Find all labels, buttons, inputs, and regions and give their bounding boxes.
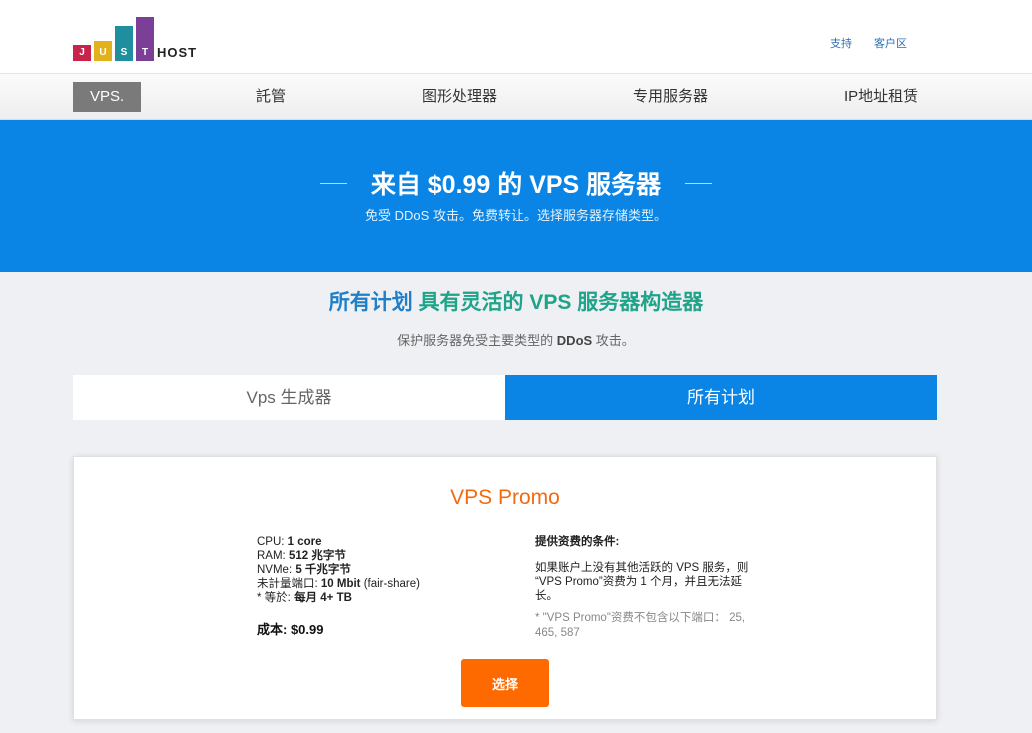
site-header: J U S T HOST 支持 客户区: [0, 0, 1032, 74]
section-subtitle-pre: 保护服务器免受主要类型的: [397, 333, 557, 348]
section-title: 所有计划 具有灵活的 VPS 服务器构造器: [0, 286, 1032, 316]
spec-nvme: NVMe: 5 千兆字节: [257, 564, 351, 576]
section-title-part1: 所有计划: [328, 291, 419, 314]
nav-item-gpu[interactable]: 图形处理器: [422, 82, 497, 112]
nav-item-dedicated[interactable]: 专用服务器: [633, 82, 708, 112]
plan-card: VPS Promo CPU: 1 core RAM: 512 兆字节 NVMe:…: [73, 456, 937, 720]
logo-bar-j: J: [73, 45, 91, 61]
support-link[interactable]: 支持: [830, 35, 852, 51]
justhost-logo[interactable]: J U S T HOST: [73, 17, 203, 61]
plan-price: 成本: $0.99: [257, 622, 324, 637]
conditions-note: * "VPS Promo"资费不包含以下端口： 25, 465, 587: [535, 612, 746, 639]
spec-ram: RAM: 512 兆字节: [257, 550, 346, 562]
main-nav: VPS. 託管 图形处理器 专用服务器 IP地址租赁: [0, 74, 1032, 120]
conditions-title: 提供资费的条件:: [535, 536, 620, 548]
logo-bar-s: S: [115, 26, 133, 61]
hero-divider-right: [685, 182, 713, 184]
plan-title: VPS Promo: [450, 486, 560, 509]
section-subtitle-post: 攻击。: [592, 333, 635, 348]
section-subtitle-bold: DDoS: [556, 333, 593, 348]
logo-bar-t: T: [136, 17, 154, 61]
logo-bar-u: U: [94, 41, 112, 61]
hero-title: 来自 $0.99 的 VPS 服务器: [370, 171, 662, 199]
spec-cpu: CPU: 1 core: [257, 536, 322, 548]
tab-all-plans[interactable]: 所有计划: [505, 375, 937, 420]
hero-divider-left: [319, 182, 347, 184]
top-links: 支持 客户区: [830, 35, 907, 51]
nav-item-hosting[interactable]: 託管: [256, 82, 286, 112]
select-plan-button[interactable]: 选择: [461, 659, 549, 707]
hero-banner: 来自 $0.99 的 VPS 服务器 免受 DDoS 攻击。免费转让。选择服务器…: [0, 120, 1032, 272]
nav-item-ip-rental[interactable]: IP地址租赁: [844, 82, 918, 112]
plan-conditions: 提供资费的条件: 如果账户上没有其他活跃的 VPS 服务，则 “VPS Prom…: [535, 535, 760, 641]
section-title-part2: 具有灵活的 VPS 服务器构造器: [418, 291, 704, 314]
spec-port: 未計量端口: 10 Mbit (fair-share): [257, 578, 420, 590]
nav-item-vps[interactable]: VPS.: [73, 82, 142, 112]
plan-tabs: Vps 生成器 所有计划: [73, 375, 937, 420]
plan-specs: CPU: 1 core RAM: 512 兆字节 NVMe: 5 千兆字节 未計…: [257, 535, 420, 605]
tab-vps-builder[interactable]: Vps 生成器: [73, 375, 505, 420]
hero-title-row: 来自 $0.99 的 VPS 服务器: [0, 165, 1032, 201]
hero-subtitle: 免受 DDoS 攻击。免费转让。选择服务器存储类型。: [365, 208, 667, 223]
spec-traffic: * 等於: 每月 4+ TB: [257, 592, 352, 604]
section-subtitle: 保护服务器免受主要类型的 DDoS 攻击。: [0, 330, 1032, 349]
client-area-link[interactable]: 客户区: [874, 35, 907, 51]
conditions-text: 如果账户上没有其他活跃的 VPS 服务，则 “VPS Promo”资费为 1 个…: [535, 562, 749, 602]
logo-host-text: HOST: [157, 45, 198, 60]
